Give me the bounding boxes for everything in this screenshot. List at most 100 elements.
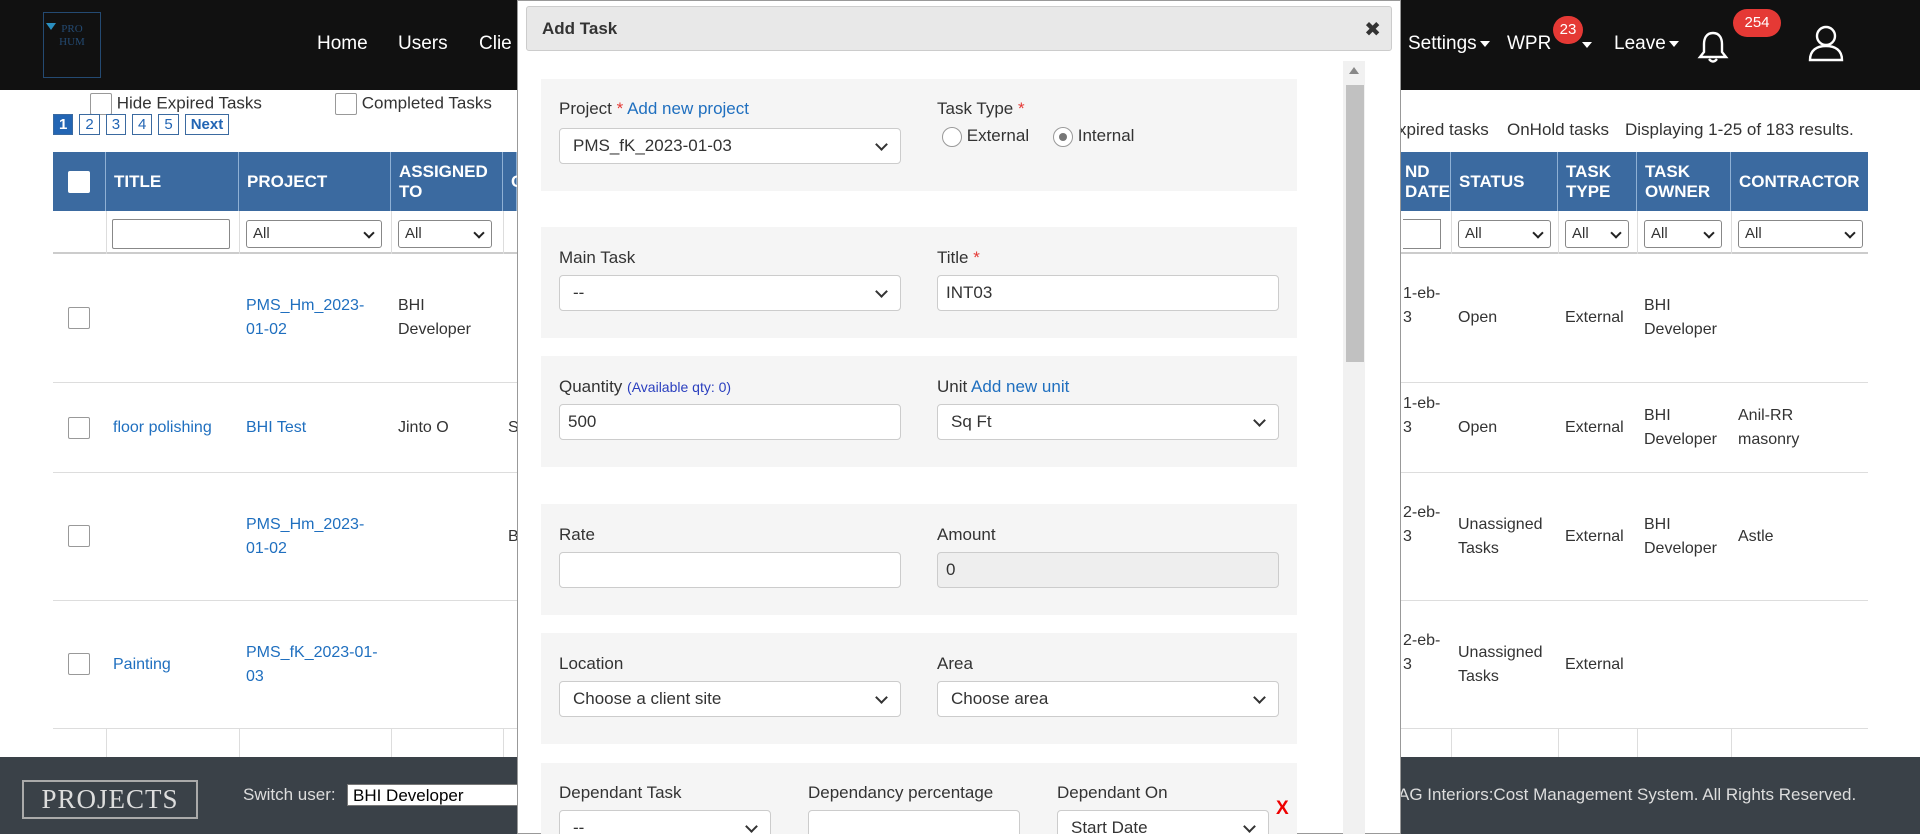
dependency-percentage-input[interactable]: [808, 810, 1020, 834]
col-c[interactable]: C: [503, 152, 523, 211]
main-task-select[interactable]: --: [559, 275, 901, 311]
row-checkbox[interactable]: [68, 653, 90, 675]
dependant-task-label: Dependant Task: [559, 783, 682, 802]
dependant-on-select[interactable]: Start Date: [1057, 810, 1269, 834]
row-status: Unassigned Tasks: [1458, 516, 1543, 557]
chevron-down-icon: [875, 691, 888, 704]
area-select[interactable]: Choose area: [937, 681, 1279, 717]
row-project-link[interactable]: PMS_Hm_2023-01-02: [246, 294, 386, 342]
quantity-input[interactable]: 500: [559, 404, 901, 440]
page-3[interactable]: 3: [105, 114, 127, 135]
project-select[interactable]: PMS_fK_2023-01-03: [559, 128, 901, 164]
chevron-down-icon: [745, 820, 758, 833]
hide-expired-checkbox[interactable]: [90, 93, 112, 115]
col-end-date[interactable]: ND DATE: [1403, 152, 1451, 211]
required-asterisk: *: [1017, 99, 1025, 118]
nav-clients[interactable]: Clie: [479, 33, 512, 55]
add-new-unit-link[interactable]: Add new unit: [971, 377, 1069, 396]
project-filter-value: All: [253, 225, 270, 242]
completed-checkbox[interactable]: [335, 93, 357, 115]
row-checkbox[interactable]: [68, 307, 90, 329]
pagination: 1 2 3 4 5 Next: [53, 114, 230, 135]
status-filter-select[interactable]: All: [1458, 220, 1551, 248]
col-project[interactable]: PROJECT: [239, 152, 391, 211]
contractor-filter-select[interactable]: All: [1738, 220, 1863, 248]
next-page[interactable]: Next: [184, 114, 230, 135]
col-task-owner[interactable]: TASK OWNER: [1637, 152, 1731, 211]
internal-radio-option[interactable]: Internal: [1053, 126, 1134, 147]
copyright-text: AG Interiors:Cost Management System. All…: [1398, 785, 1857, 804]
row-project-link[interactable]: PMS_Hm_2023-01-02: [246, 513, 386, 561]
bell-icon[interactable]: [1697, 30, 1729, 64]
title-filter-input[interactable]: [112, 219, 230, 249]
col-task-type[interactable]: TASK TYPE: [1558, 152, 1637, 211]
scroll-up-icon[interactable]: [1349, 67, 1359, 74]
location-select[interactable]: Choose a client site: [559, 681, 901, 717]
nav-leave[interactable]: Leave: [1614, 33, 1679, 55]
expired-tasks-link[interactable]: xpired tasks: [1398, 120, 1489, 140]
nav-users[interactable]: Users: [398, 33, 448, 55]
switch-user-label: Switch user:: [243, 785, 336, 804]
nav-settings[interactable]: Settings: [1408, 33, 1490, 55]
main-task-label: Main Task: [559, 248, 636, 267]
row-checkbox[interactable]: [68, 417, 90, 439]
location-select-value: Choose a client site: [573, 689, 722, 708]
task-type-filter-select[interactable]: All: [1565, 220, 1629, 248]
company-logo[interactable]: PRO HUM: [43, 12, 101, 78]
row-status: Open: [1458, 309, 1498, 326]
page-2[interactable]: 2: [79, 114, 100, 135]
wpr-chevron-down-icon[interactable]: [1582, 42, 1592, 48]
select-all-checkbox[interactable]: [68, 170, 90, 193]
task-owner-filter-select[interactable]: All: [1644, 220, 1722, 248]
external-radio[interactable]: [942, 126, 962, 147]
quantity-section: Quantity (Available qty: 0) 500 Unit Add…: [541, 356, 1297, 467]
nav-settings-label: Settings: [1408, 33, 1477, 54]
end-date-filter-input[interactable]: [1403, 219, 1441, 249]
project-filter-select[interactable]: All: [246, 220, 382, 248]
row-end-date: 1-eb-3: [1403, 395, 1441, 436]
col-contractor[interactable]: CONTRACTOR: [1731, 152, 1868, 211]
onhold-tasks-link[interactable]: OnHold tasks: [1507, 120, 1609, 140]
page-5[interactable]: 5: [158, 114, 179, 135]
chevron-down-icon: [1703, 227, 1715, 239]
row-title-link[interactable]: floor polishing: [113, 416, 212, 440]
close-icon[interactable]: ✖: [1364, 17, 1381, 42]
row-project-link[interactable]: PMS_fK_2023-01-03: [246, 641, 386, 689]
col-status[interactable]: STATUS: [1451, 152, 1558, 211]
dependant-on-value: Start Date: [1071, 818, 1148, 834]
unit-select[interactable]: Sq Ft: [937, 404, 1279, 440]
internal-radio[interactable]: [1053, 126, 1073, 147]
page-1[interactable]: 1: [53, 114, 74, 135]
unit-select-value: Sq Ft: [951, 412, 992, 431]
nav-wpr[interactable]: WPR: [1507, 33, 1551, 55]
user-icon[interactable]: [1807, 24, 1845, 62]
external-radio-label: External: [966, 126, 1030, 145]
internal-radio-label: Internal: [1077, 126, 1135, 145]
title-input[interactable]: INT03: [937, 275, 1279, 311]
external-radio-option[interactable]: External: [942, 126, 1029, 147]
projects-button[interactable]: PROJECTS: [22, 780, 198, 819]
notification-badge: 254: [1733, 9, 1781, 37]
amount-label: Amount: [937, 525, 996, 544]
nav-home[interactable]: Home: [317, 33, 368, 55]
row-title-link[interactable]: Painting: [113, 653, 171, 677]
modal-scrollbar-thumb[interactable]: [1346, 85, 1364, 362]
page-4[interactable]: 4: [132, 114, 153, 135]
area-select-value: Choose area: [951, 689, 1049, 708]
remove-dependency-button[interactable]: X: [1276, 798, 1289, 820]
chevron-down-icon: [1243, 820, 1256, 833]
switch-user-select[interactable]: BHI Developer: [347, 784, 519, 806]
col-title[interactable]: TITLE: [106, 152, 239, 211]
unit-label-text: Unit: [937, 377, 968, 396]
add-new-project-link[interactable]: Add new project: [627, 99, 749, 118]
completed-filter[interactable]: Completed Tasks: [335, 93, 492, 115]
rate-input[interactable]: [559, 552, 901, 588]
row-checkbox[interactable]: [68, 525, 90, 547]
dependant-task-select[interactable]: --: [559, 810, 771, 834]
row-project-link[interactable]: BHI Test: [246, 416, 306, 440]
wpr-badge: 23: [1553, 16, 1583, 44]
hide-expired-filter[interactable]: Hide Expired Tasks: [90, 93, 262, 115]
col-assigned-to[interactable]: ASSIGNED TO: [391, 152, 503, 211]
assigned-filter-select[interactable]: All: [398, 220, 492, 248]
nav-leave-label: Leave: [1614, 33, 1666, 54]
